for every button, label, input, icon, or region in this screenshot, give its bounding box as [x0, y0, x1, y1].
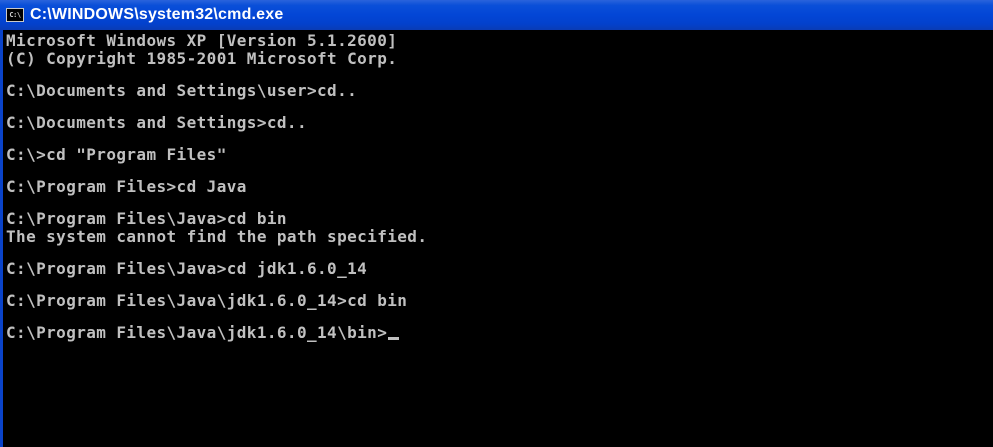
cmd-icon[interactable]: C:\: [6, 8, 24, 22]
console-line: C:\>cd "Program Files": [6, 145, 227, 164]
console-prompt-line[interactable]: C:\Program Files\Java\jdk1.6.0_14\bin>: [6, 324, 993, 342]
window-title: C:\WINDOWS\system32\cmd.exe: [30, 6, 284, 23]
console-line: Microsoft Windows XP [Version 5.1.2600]: [6, 31, 398, 50]
console-line: C:\Documents and Settings\user>cd..: [6, 81, 358, 100]
console-line: C:\Program Files>cd Java: [6, 177, 247, 196]
console-line: C:\Program Files\Java\jdk1.6.0_14>cd bin: [6, 291, 408, 310]
console-line: C:\Program Files\Java>cd jdk1.6.0_14: [6, 259, 368, 278]
console-line: C:\Documents and Settings>cd..: [6, 113, 307, 132]
console-line: (C) Copyright 1985-2001 Microsoft Corp.: [6, 49, 398, 68]
cmd-window: C:\ C:\WINDOWS\system32\cmd.exe Microsof…: [0, 0, 993, 447]
console-output[interactable]: Microsoft Windows XP [Version 5.1.2600] …: [0, 30, 993, 447]
console-error-line: The system cannot find the path specifie…: [6, 227, 428, 246]
current-prompt: C:\Program Files\Java\jdk1.6.0_14\bin>: [6, 323, 388, 342]
cmd-icon-glyph: C:\: [9, 10, 21, 19]
text-cursor: [388, 337, 400, 340]
title-bar[interactable]: C:\ C:\WINDOWS\system32\cmd.exe: [0, 0, 993, 30]
console-line: C:\Program Files\Java>cd bin: [6, 209, 287, 228]
